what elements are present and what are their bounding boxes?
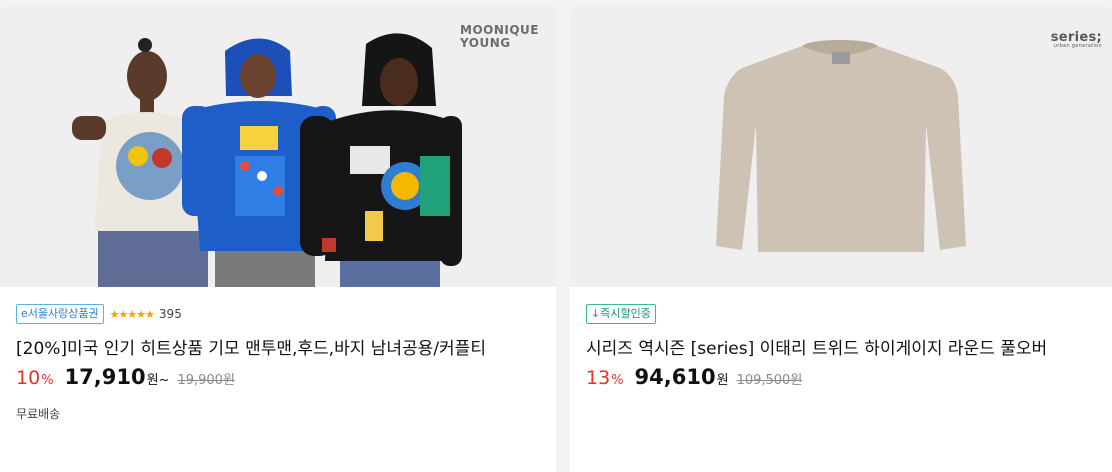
price-row: 10% 17,910 원~ 19,900원: [16, 365, 540, 389]
product-meta: ↓즉시할인중: [586, 303, 1096, 325]
product-image[interactable]: MOONIQUE YOUNG: [0, 6, 556, 287]
review-count: 395: [158, 307, 182, 321]
product-title[interactable]: [20%]미국 인기 히트상품 기모 맨투맨,후드,바지 남녀공용/커플티: [16, 337, 540, 361]
brand-logo: series; urban generation: [1051, 30, 1102, 49]
discount-rate-value: 13: [586, 367, 611, 389]
sale-price-unit: 원: [716, 373, 729, 388]
brand-logo-subtext: urban generation: [1053, 43, 1102, 49]
price-row: 13% 94,610 원 109,500원: [586, 365, 1096, 389]
product-image[interactable]: series; urban generation: [570, 6, 1112, 287]
brand-logo: MOONIQUE YOUNG: [460, 23, 539, 50]
knit-sweater: [716, 40, 966, 252]
voucher-badge: e서울사랑상품권: [16, 304, 104, 324]
product-info: ↓즉시할인중 시리즈 역시즌 [series] 이태리 트위드 하이게이지 라운…: [570, 287, 1112, 389]
sale-price: 94,610: [634, 365, 716, 389]
discount-rate-unit: %: [611, 373, 624, 388]
sale-price-unit: 원~: [146, 373, 170, 388]
product-title[interactable]: 시리즈 역시즌 [series] 이태리 트위드 하이게이지 라운드 풀오버: [586, 337, 1096, 361]
product-card[interactable]: MOONIQUE YOUNG e서울사랑상품권 ★★★★★ 395 [20%]미…: [0, 6, 556, 472]
product-meta: e서울사랑상품권 ★★★★★ 395: [16, 303, 540, 325]
discount-rate: 13%: [586, 367, 624, 389]
model-black-hoodie: [300, 33, 462, 287]
original-price: 109,500원: [736, 373, 803, 388]
shipping-info: 무료배송: [16, 407, 61, 421]
product-info: e서울사랑상품권 ★★★★★ 395 [20%]미국 인기 히트상품 기모 맨투…: [0, 287, 556, 422]
sale-price: 17,910: [64, 365, 146, 389]
discount-rate-unit: %: [41, 373, 54, 388]
original-price: 19,900원: [177, 373, 235, 388]
rating-stars-icon: ★★★★★: [109, 307, 155, 321]
discount-rate-value: 10: [16, 367, 41, 389]
discount-rate: 10%: [16, 367, 54, 389]
product-grid: MOONIQUE YOUNG e서울사랑상품권 ★★★★★ 395 [20%]미…: [0, 0, 1112, 472]
product-card[interactable]: series; urban generation ↓즉시할인중 시리즈 역시즌 …: [570, 6, 1112, 472]
sweater-illustration: [716, 40, 966, 252]
instant-discount-badge: ↓즉시할인중: [586, 304, 656, 324]
